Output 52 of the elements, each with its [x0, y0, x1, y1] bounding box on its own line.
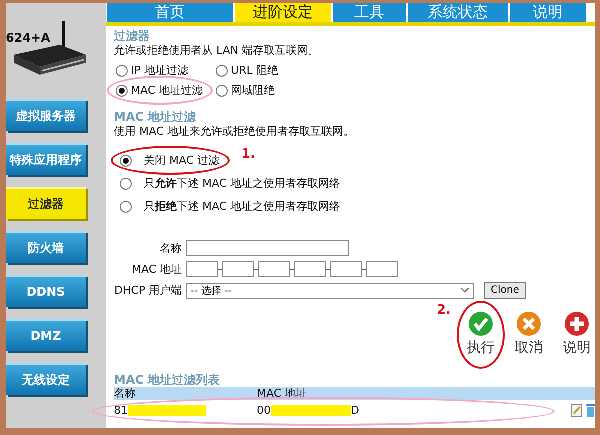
plus-icon [564, 311, 590, 337]
check-icon [468, 311, 494, 337]
nav-tab[interactable]: 说明 [510, 3, 586, 22]
mac-octet-field[interactable] [330, 261, 362, 277]
sidebar-button[interactable]: DDNS [6, 275, 86, 307]
sidebar-button[interactable]: 过滤器 [6, 187, 86, 219]
field-label: MAC 地址 [131, 262, 182, 276]
radio-option[interactable]: 关闭 MAC 过滤 [120, 153, 220, 168]
nav-tab[interactable]: 系统状态 [408, 3, 508, 22]
table-cell: 81 [114, 404, 128, 416]
action-button[interactable]: 执行 [467, 311, 495, 357]
mac-octet-field[interactable] [294, 261, 326, 277]
name-field[interactable] [186, 240, 349, 256]
table-cell: 00 [257, 404, 271, 416]
radio-option[interactable]: URL 阻绝 [216, 63, 278, 78]
sidebar-button[interactable]: 虚拟服务器 [6, 99, 86, 131]
sidebar-button[interactable]: 防火墙 [6, 231, 86, 263]
caret-icon [461, 288, 469, 293]
column-header: 名称 [114, 387, 137, 400]
trash-icon[interactable] [586, 404, 595, 416]
mac-octet-field[interactable] [366, 261, 398, 277]
section-title: MAC 地址过滤 [114, 110, 198, 124]
section-description: 允许或拒绝使用者从 LAN 端存取互联网。 [114, 43, 320, 58]
clone-button[interactable]: Clone [484, 282, 526, 299]
annotation-number: 2. [437, 303, 451, 318]
mac-octet-field[interactable] [258, 261, 290, 277]
dhcp-client-dropdown[interactable]: -- 选择 -- [186, 282, 474, 298]
field-label: DHCP 用户端 [114, 283, 182, 298]
radio-option[interactable]: MAC 地址过滤 [116, 83, 203, 98]
edit-icon[interactable] [571, 404, 583, 416]
table-cell: D [351, 404, 360, 416]
section-title: MAC 地址过滤列表 [114, 373, 220, 387]
close-icon [516, 311, 542, 337]
model-label: 624+A [6, 31, 50, 45]
mac-octet-field[interactable] [222, 261, 254, 277]
radio-option[interactable]: 网域阻绝 [216, 83, 275, 98]
action-button[interactable]: 取消 [515, 311, 543, 357]
sidebar-button[interactable]: DMZ [6, 319, 86, 351]
nav-tab[interactable]: 进阶设定 [235, 3, 331, 22]
mac-octet-field[interactable] [186, 261, 218, 277]
sidebar-button[interactable]: 特殊应用程序 [6, 143, 86, 175]
radio-option[interactable]: 只拒绝下述 MAC 地址之使用者存取网络 [120, 199, 340, 214]
nav-tab[interactable]: 工具 [333, 3, 406, 22]
annotation-number: 1. [242, 147, 256, 162]
sidebar-button[interactable]: 无线设定 [6, 363, 86, 395]
section-description: 使用 MAC 地址来允许或拒绝使用者存取互联网。 [114, 124, 356, 139]
radio-option[interactable]: IP 地址过滤 [116, 63, 188, 78]
section-title: 过滤器 [114, 29, 151, 43]
action-button[interactable]: 说明 [563, 311, 591, 357]
nav-tab[interactable]: 首页 [107, 3, 233, 22]
radio-option[interactable]: 只允许下述 MAC 地址之使用者存取网络 [120, 176, 340, 191]
field-label: 名称 [159, 240, 182, 256]
